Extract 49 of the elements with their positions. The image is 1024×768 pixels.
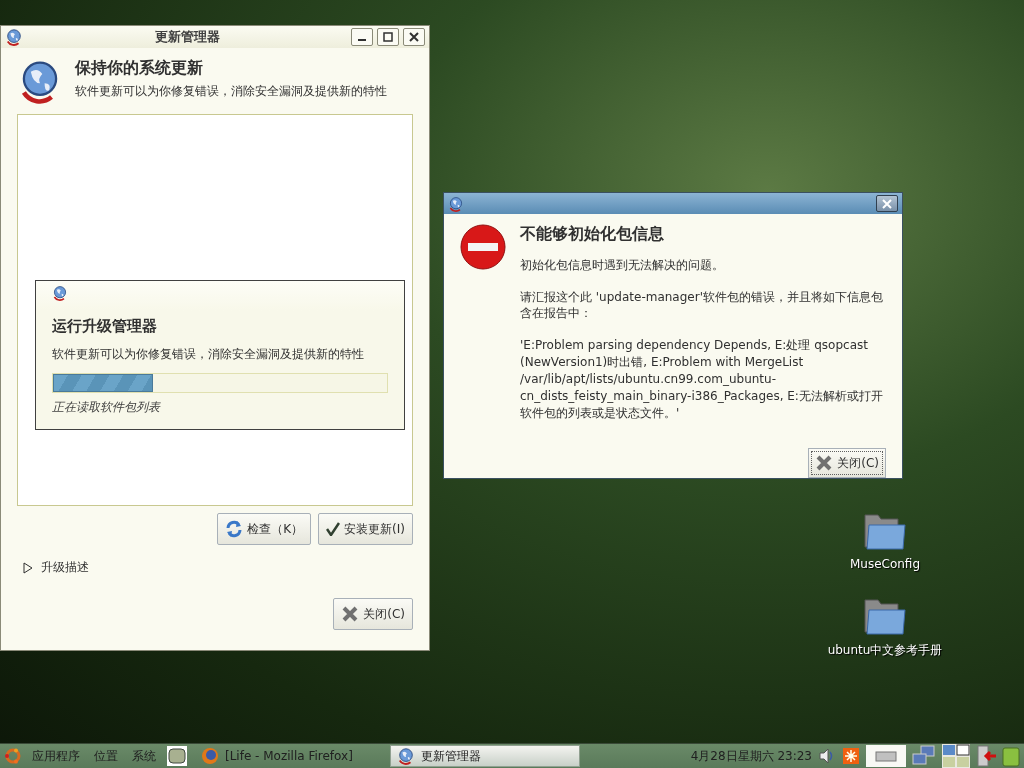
app-icon [52, 285, 68, 301]
logout-icon[interactable] [976, 745, 996, 767]
close-icon [882, 198, 892, 209]
subheading: 软件更新可以为你修复错误，消除安全漏洞及提供新的特性 [75, 83, 387, 100]
minimize-button[interactable] [351, 28, 373, 46]
close-icon [409, 32, 419, 42]
error-message: 初始化包信息时遇到无法解决的问题。 [520, 257, 725, 274]
report-instructions: 请汇报这个此 'update-manager'软件包的错误，并且将如下信息包含在报告中： [520, 289, 884, 322]
maximize-button[interactable] [377, 28, 399, 46]
clock[interactable]: 4月28日星期六 23:23 [690, 747, 812, 765]
app-icon [5, 28, 23, 46]
checkmark-icon [326, 522, 341, 536]
minimize-icon [358, 39, 366, 41]
heading: 保持你的系统更新 [75, 58, 204, 79]
notification-icon[interactable] [842, 747, 860, 765]
ubuntu-logo-icon[interactable] [4, 747, 22, 765]
window-title: 更新管理器 [153, 28, 221, 46]
error-heading: 不能够初始化包信息 [520, 224, 665, 246]
menu-item[interactable]: 应用程序 [28, 747, 84, 765]
show-desktop-icon[interactable] [166, 745, 188, 767]
app-icon [397, 747, 415, 765]
folder-icon[interactable] [864, 513, 906, 551]
expander[interactable]: 升级描述 [23, 559, 429, 576]
folder-icon[interactable] [864, 598, 906, 636]
install-button[interactable]: 安装更新(I) [318, 513, 413, 545]
maximize-icon [383, 32, 393, 42]
error-detail: 'E:Problem parsing dependency Depends, E:处理 qsopcast (NewVersion1)时出错, E:Problem with MergeList /var/lib/apt/lists/ubuntu.cn99.com_ubuntu-cn_dists_feisty_main_binary-i386_Packages, E:无法解析或打开软件包的列表或是状态文件。' [520, 337, 884, 423]
check-button[interactable]: 检查（K） [217, 513, 312, 545]
expander-arrow-icon [23, 561, 33, 574]
error-icon [460, 224, 506, 271]
folder-label[interactable]: ubuntu中文参考手册 [827, 642, 943, 659]
status-text: 正在读取软件包列表 [52, 399, 162, 416]
workspace-switcher-icon[interactable] [942, 744, 970, 768]
close-dialog-button[interactable]: 关闭(C) [333, 598, 413, 630]
taskbar-button[interactable]: 更新管理器 [390, 745, 580, 767]
app-icon [448, 195, 464, 212]
firefox-icon [201, 747, 219, 765]
menu-item[interactable]: 系统 [128, 747, 160, 765]
close-x-icon [815, 454, 834, 473]
taskbar-button[interactable]: [Life - Mozilla Firefox] [194, 745, 384, 767]
close-button[interactable] [403, 28, 425, 46]
folder-label[interactable]: MuseConfig [849, 557, 921, 571]
dialog-text: 软件更新可以为你修复错误，消除安全漏洞及提供新的特性 [52, 346, 365, 363]
close-dialog-button[interactable]: 关闭(C) [808, 448, 886, 478]
close-x-icon [341, 605, 360, 623]
close-button[interactable] [876, 195, 898, 213]
refresh-icon [225, 520, 244, 538]
menu-item[interactable]: 位置 [90, 747, 122, 765]
dialog-title: 运行升级管理器 [52, 317, 158, 336]
